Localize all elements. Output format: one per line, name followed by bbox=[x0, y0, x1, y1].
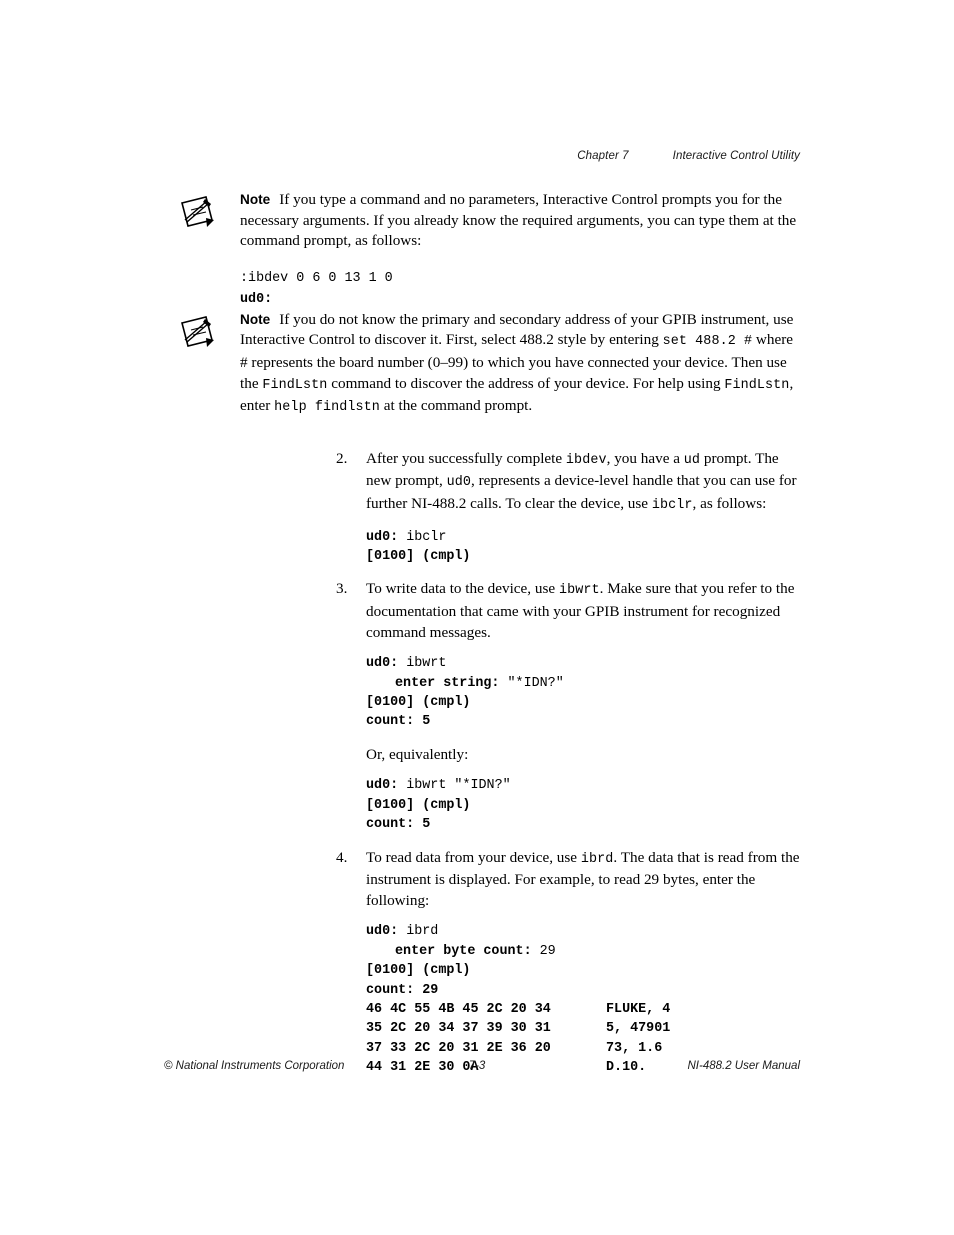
code-emphasis: count: 29 bbox=[366, 982, 439, 998]
text-run: After you successfully complete bbox=[366, 449, 566, 467]
text-run: at the command prompt. bbox=[379, 397, 533, 415]
code-emphasis: ud0: bbox=[366, 924, 399, 940]
hex-bytes: 46 4C 55 4B 45 2C 20 34 bbox=[366, 1001, 551, 1017]
code-text: 29 bbox=[531, 943, 556, 959]
code-line: ud0: bbox=[240, 289, 800, 310]
hex-ascii: 5, 47901 bbox=[606, 1021, 671, 1037]
hex-dump-row: 46 4C 55 4B 45 2C 20 34 FLUKE, 4 bbox=[366, 1000, 800, 1019]
procedure-steps-list: 2. After you successfully complete ibdev,… bbox=[336, 449, 800, 1078]
inline-code: help findlstn bbox=[274, 400, 380, 416]
text-run: , as follows: bbox=[692, 494, 767, 512]
note-label: Note bbox=[240, 192, 271, 207]
page-content: Note If you type a command and no paramet… bbox=[0, 190, 954, 1078]
code-line: [0100] (cmpl) bbox=[366, 693, 800, 712]
code-block: ud0: ibclr [0100] (cmpl) bbox=[366, 528, 800, 567]
running-header-chapter: Chapter 7 bbox=[577, 150, 629, 162]
code-emphasis: count: 5 bbox=[366, 714, 431, 730]
footer-page-number: 7-3 bbox=[468, 1060, 486, 1072]
code-line: count: 29 bbox=[366, 981, 800, 1000]
procedure-step: 2. After you successfully complete ibdev,… bbox=[336, 449, 800, 567]
code-emphasis: enter string: bbox=[395, 675, 500, 691]
hex-bytes: 37 33 2C 20 31 2E 36 20 bbox=[366, 1040, 551, 1056]
inline-code: set 488.2 # bbox=[662, 334, 753, 350]
note-pencil-icon bbox=[176, 194, 218, 234]
code-line: :ibdev 0 6 0 13 1 0 bbox=[240, 268, 800, 289]
code-emphasis: ud0: bbox=[366, 529, 399, 545]
code-block: ud0: ibwrt "*IDN?" [0100] (cmpl) count: 5 bbox=[366, 776, 800, 834]
code-emphasis: ud0: bbox=[366, 656, 399, 672]
note-block: Note If you type a command and no paramet… bbox=[176, 190, 800, 252]
step-paragraph: Or, equivalently: bbox=[366, 745, 469, 763]
code-emphasis: ud0: bbox=[366, 778, 399, 794]
hex-ascii: 73, 1.6 bbox=[606, 1040, 663, 1056]
note-code-block: :ibdev 0 6 0 13 1 0 ud0: bbox=[240, 268, 800, 310]
code-text: ibclr bbox=[398, 529, 447, 545]
code-line: count: 5 bbox=[366, 712, 800, 731]
step-number: 4. bbox=[336, 848, 348, 866]
code-line: ud0: ibwrt bbox=[366, 654, 800, 673]
inline-code: ud bbox=[683, 452, 701, 468]
page-footer: © National Instruments Corporation 7-3 N… bbox=[0, 1060, 954, 1080]
note-label: Note bbox=[240, 311, 271, 327]
inline-code: FindLstn bbox=[724, 377, 790, 393]
notes-region: Note If you type a command and no paramet… bbox=[0, 190, 954, 419]
code-line: count: 5 bbox=[366, 815, 800, 834]
code-emphasis: enter byte count: bbox=[395, 943, 532, 959]
note-text: Note If you do not know the primary and s… bbox=[240, 310, 800, 419]
running-header: Chapter 7 Interactive Control Utility bbox=[577, 150, 800, 162]
note-block: Note If you do not know the primary and s… bbox=[176, 310, 800, 419]
text-run: To write data to the device, use bbox=[366, 580, 559, 598]
hex-bytes: 35 2C 20 34 37 39 30 31 bbox=[366, 1021, 551, 1037]
code-line: enter string: "*IDN?" bbox=[366, 674, 800, 693]
code-emphasis: [0100] (cmpl) bbox=[366, 963, 471, 979]
hex-dump-row: 35 2C 20 34 37 39 30 31 5, 47901 bbox=[366, 1019, 800, 1038]
text-run: command to discover the address of your … bbox=[327, 374, 725, 392]
code-line: enter byte count: 29 bbox=[366, 942, 800, 961]
code-text: ibrd bbox=[398, 924, 439, 940]
step-number: 3. bbox=[336, 580, 348, 598]
code-line: [0100] (cmpl) bbox=[366, 796, 800, 815]
document-page: Chapter 7 Interactive Control Utility Not… bbox=[0, 0, 954, 1235]
text-run: If you type a command and no parameters,… bbox=[240, 191, 797, 250]
code-line: [0100] (cmpl) bbox=[366, 961, 800, 980]
step-number: 2. bbox=[336, 449, 348, 467]
inline-code: FindLstn bbox=[262, 377, 328, 393]
step-text: After you successfully complete ibdev, y… bbox=[366, 449, 800, 517]
step-text: To read data from your device, use ibrd.… bbox=[366, 848, 800, 912]
code-block: ud0: ibwrt enter string: "*IDN?" [0100] (c… bbox=[366, 654, 800, 732]
code-emphasis: ud0: bbox=[240, 291, 273, 307]
inline-code: ibdev bbox=[565, 452, 607, 468]
text-run: , you have a bbox=[606, 449, 684, 467]
code-line: ud0: ibclr bbox=[366, 528, 800, 547]
inline-code: ud0 bbox=[446, 475, 471, 491]
code-line: [0100] (cmpl) bbox=[366, 547, 800, 566]
note-pencil-icon bbox=[176, 314, 218, 354]
code-emphasis: [0100] (cmpl) bbox=[366, 694, 471, 710]
code-emphasis: [0100] (cmpl) bbox=[366, 548, 471, 564]
code-block: ud0: ibrd enter byte count: 29 [0100] (cmp… bbox=[366, 922, 800, 1000]
code-line: ud0: ibwrt "*IDN?" bbox=[366, 776, 800, 795]
procedure-step: 3. To write data to the device, use ibwrt… bbox=[336, 579, 800, 834]
code-emphasis: [0100] (cmpl) bbox=[366, 797, 471, 813]
note-text: Note If you type a command and no paramet… bbox=[240, 190, 800, 252]
code-text: ibwrt "*IDN?" bbox=[398, 778, 511, 794]
inline-code: ibrd bbox=[580, 851, 614, 867]
step-text: To write data to the device, use ibwrt. … bbox=[366, 579, 800, 643]
inline-code: ibwrt bbox=[558, 583, 600, 599]
hex-ascii: FLUKE, 4 bbox=[606, 1001, 671, 1017]
code-text: :ibdev 0 6 0 13 1 0 bbox=[240, 270, 393, 286]
running-header-title: Interactive Control Utility bbox=[672, 150, 800, 162]
footer-manual-title: NI-488.2 User Manual bbox=[687, 1060, 801, 1072]
code-text: "*IDN?" bbox=[499, 675, 564, 691]
code-text: ibwrt bbox=[398, 656, 447, 672]
inline-code: ibclr bbox=[651, 497, 693, 513]
hex-dump-row: 37 33 2C 20 31 2E 36 20 73, 1.6 bbox=[366, 1039, 800, 1058]
code-line: ud0: ibrd bbox=[366, 922, 800, 941]
text-run: To read data from your device, use bbox=[366, 848, 581, 866]
code-emphasis: count: 5 bbox=[366, 817, 431, 833]
procedure-step: 4. To read data from your device, use ibr… bbox=[336, 848, 800, 1078]
